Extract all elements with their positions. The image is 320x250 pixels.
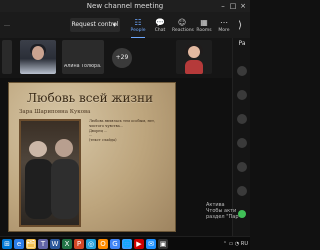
tool-rooms[interactable]: ▦ Rooms xyxy=(194,18,214,36)
minimize-icon[interactable]: – xyxy=(218,0,228,12)
title-bar: New channel meeting – □ × xyxy=(0,0,250,12)
file-explorer-icon[interactable]: 🗂 xyxy=(26,239,36,249)
chevron-down-icon: ▾ xyxy=(112,21,116,29)
tool-chat[interactable]: 💬 Chat xyxy=(150,18,170,36)
tool-label: Chat xyxy=(154,28,166,33)
app-icon[interactable]: G xyxy=(110,239,120,249)
app-icon[interactable]: ◎ xyxy=(86,239,96,249)
people-icon: ☷ xyxy=(134,18,142,27)
start-icon[interactable]: ⊞ xyxy=(2,239,12,249)
activation-line: раздел "Пар xyxy=(206,214,239,220)
avatar[interactable] xyxy=(237,138,247,148)
request-control-label: Request control xyxy=(71,21,119,28)
right-panel-tab[interactable]: Pa xyxy=(235,40,249,52)
tool-label: More xyxy=(218,28,230,33)
participants-strip: Алина Толюра... +29 xyxy=(0,38,250,78)
participant-body xyxy=(185,60,203,74)
tool-label: Rooms xyxy=(196,28,212,33)
slide-subtitle: Зара Шариповна Кукова xyxy=(19,109,91,115)
rooms-icon: ▦ xyxy=(200,18,208,27)
teams-icon[interactable]: T xyxy=(38,239,48,249)
app-icon[interactable]: O xyxy=(98,239,108,249)
avatar[interactable] xyxy=(237,66,247,76)
close-icon[interactable]: × xyxy=(238,0,248,12)
participant-name: Алина Толюра... xyxy=(64,64,102,69)
chat-icon: 💬 xyxy=(155,18,165,27)
slide-title: Любовь всей жизни xyxy=(27,91,153,105)
powerpoint-icon[interactable]: P xyxy=(74,239,84,249)
app-icon[interactable]: ▣ xyxy=(158,239,168,249)
avatar[interactable] xyxy=(237,186,247,196)
word-icon[interactable]: W xyxy=(50,239,60,249)
participant-video-tile-2[interactable] xyxy=(176,40,212,74)
avatar[interactable] xyxy=(237,90,247,100)
tool-label: People xyxy=(130,28,146,33)
app-icon[interactable]: 🌐 xyxy=(122,239,132,249)
excel-icon[interactable]: X xyxy=(62,239,72,249)
slide-body-text: Любовь являлась тем особым, нет, чистого… xyxy=(89,119,156,143)
windows-activation-watermark: Актива Чтобы акти раздел "Пар xyxy=(206,202,250,220)
left-toolbar-label: … xyxy=(4,21,10,28)
slide-photo xyxy=(19,119,81,227)
photo-person-1-face xyxy=(29,141,47,157)
browser-icon[interactable]: e xyxy=(14,239,24,249)
participant-video-tile[interactable] xyxy=(20,40,56,74)
photo-person-2-face xyxy=(55,139,73,157)
tool-reactions[interactable]: ☺ Reactions xyxy=(172,18,194,36)
maximize-icon[interactable]: □ xyxy=(228,0,238,12)
mail-icon[interactable]: ✉ xyxy=(146,239,156,249)
request-control-button[interactable]: Request control ▾ xyxy=(70,18,120,32)
participant-name-tile[interactable]: Алина Толюра... xyxy=(62,40,104,74)
side-panel-toggle-icon[interactable]: ⟩ xyxy=(238,20,242,31)
photo-person-1-body xyxy=(25,159,53,219)
more-icon: ⋯ xyxy=(220,18,228,27)
system-tray[interactable]: ⌃ ▭ ◔ RU xyxy=(204,239,248,249)
more-participants-badge[interactable]: +29 xyxy=(112,48,132,68)
participant-face xyxy=(32,46,44,60)
taskbar: ⊞ e 🗂 T W X P ◎ O G 🌐 ▶ ✉ ▣ ⌃ ▭ ◔ RU xyxy=(0,236,250,250)
app-icon[interactable]: ▶ xyxy=(134,239,144,249)
tool-more[interactable]: ⋯ More xyxy=(214,18,234,36)
reactions-icon: ☺ xyxy=(177,18,187,27)
avatar[interactable] xyxy=(237,114,247,124)
tool-label: Reactions xyxy=(172,28,194,33)
tool-people[interactable]: ☷ People xyxy=(128,18,148,38)
avatar[interactable] xyxy=(237,162,247,172)
participant-face xyxy=(188,46,200,58)
shared-content-area: Любовь всей жизни Зара Шариповна Кукова … xyxy=(0,78,232,236)
photo-person-2-body xyxy=(51,159,79,219)
participant-tile-edge[interactable] xyxy=(2,40,12,74)
presentation-slide[interactable]: Любовь всей жизни Зара Шариповна Кукова … xyxy=(8,82,176,232)
window-title: New channel meeting xyxy=(86,2,164,10)
meeting-toolbar: … Request control ▾ ☷ People 💬 Chat ☺ Re… xyxy=(0,12,250,38)
